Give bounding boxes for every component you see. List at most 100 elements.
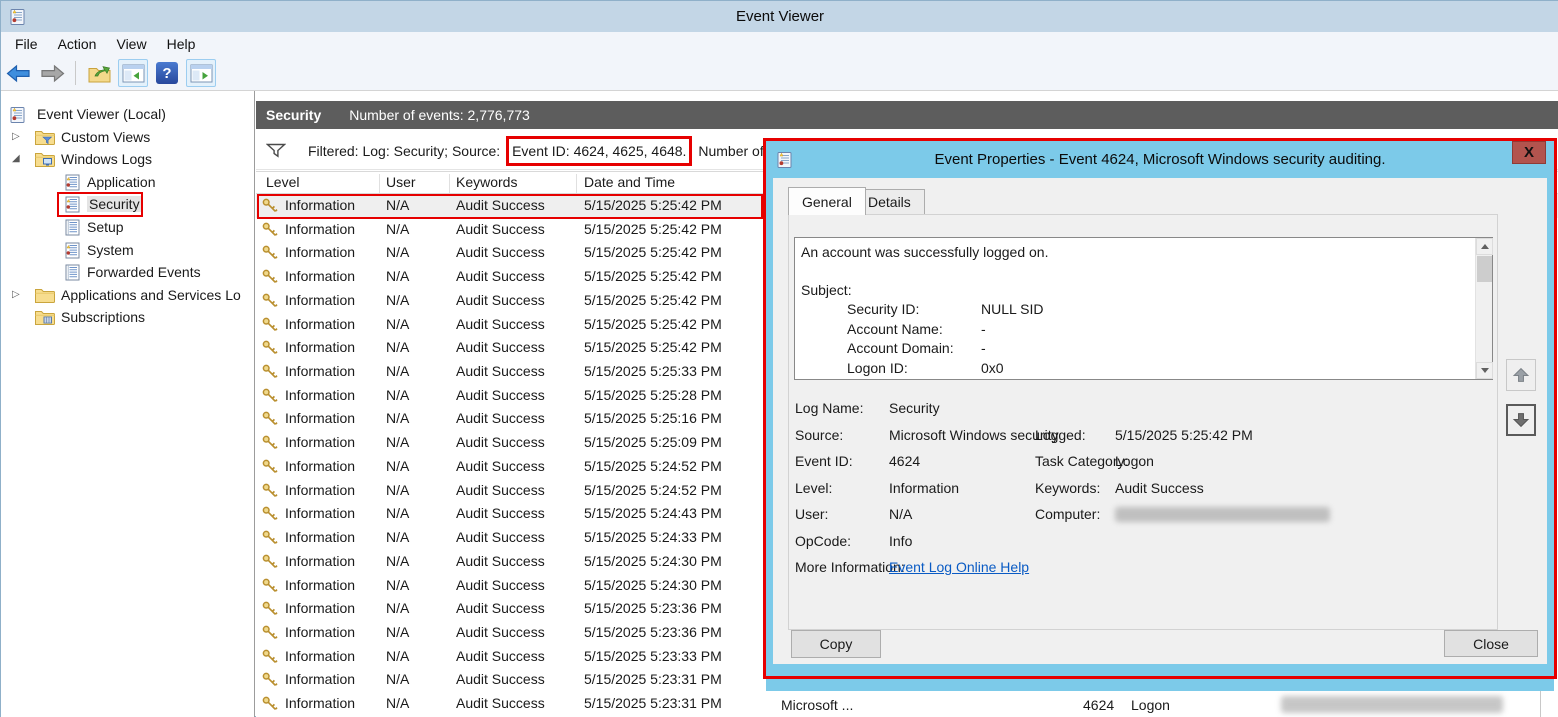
event-properties-dialog: Event Properties - Event 4624, Microsoft… <box>766 141 1554 676</box>
sidebar-item-applications-and-services-lo[interactable]: ▷Applications and Services Lo <box>1 285 254 308</box>
cell-keywords: Audit Success <box>456 244 545 260</box>
cell-keywords: Audit Success <box>456 648 545 664</box>
import-custom-view-button[interactable] <box>84 59 114 87</box>
collapse-arrow-icon[interactable]: ◢ <box>12 153 20 164</box>
next-event-button[interactable] <box>1506 404 1536 436</box>
log-icon <box>63 242 82 259</box>
column-header-user[interactable]: User <box>386 174 416 190</box>
cell-user: N/A <box>386 363 409 379</box>
forward-icon <box>39 63 66 84</box>
cell-datetime: 5/15/2025 5:24:43 PM <box>584 505 722 521</box>
sidebar-item-forwarded-events[interactable]: Forwarded Events <box>1 262 254 285</box>
expand-arrow-icon[interactable]: ▷ <box>12 131 20 142</box>
cell-level: Information <box>285 434 355 450</box>
cell-level: Information <box>285 529 355 545</box>
key-icon <box>261 339 279 357</box>
expand-arrow-icon[interactable]: ▷ <box>12 289 20 300</box>
dialog-titlebar: Event Properties - Event 4624, Microsoft… <box>766 141 1554 178</box>
scroll-down-button[interactable] <box>1476 362 1493 379</box>
sidebar-item-windows-logs[interactable]: ◢Windows Logs <box>1 149 254 172</box>
folder-filter-icon <box>34 129 55 146</box>
key-icon <box>261 529 279 547</box>
key-icon <box>261 221 279 239</box>
column-header-keywords[interactable]: Keywords <box>456 174 517 190</box>
log-header-bar: Security Number of events: 2,776,773 <box>256 101 1558 129</box>
cell-user: N/A <box>386 316 409 332</box>
cell-level: Information <box>285 600 355 616</box>
folder-grid-icon <box>34 309 55 326</box>
cell-keywords: Audit Success <box>456 482 545 498</box>
cell-datetime: 5/15/2025 5:24:52 PM <box>584 482 722 498</box>
menu-action[interactable]: Action <box>48 34 107 54</box>
cell-user: N/A <box>386 197 409 213</box>
column-separator[interactable] <box>576 174 577 193</box>
event-log-online-help-link[interactable]: Event Log Online Help <box>889 559 1029 575</box>
detail-value-redacted <box>1115 507 1330 522</box>
cell-level: Information <box>285 553 355 569</box>
cell-keywords: Audit Success <box>456 624 545 640</box>
help-button[interactable]: ? <box>152 59 182 87</box>
cell-datetime: 5/15/2025 5:23:36 PM <box>584 624 722 640</box>
sidebar-item-label: System <box>87 242 134 258</box>
subject-label: Subject: <box>801 282 852 298</box>
subject-field-label: Account Name: <box>847 321 943 337</box>
show-hide-action-pane-button[interactable] <box>186 59 216 87</box>
cell-level: Information <box>285 197 355 213</box>
sidebar-item-subscriptions[interactable]: Subscriptions <box>1 307 254 330</box>
cell-keywords: Audit Success <box>456 387 545 403</box>
scrollbar-thumb[interactable] <box>1477 256 1492 282</box>
sidebar-item-custom-views[interactable]: ▷Custom Views <box>1 127 254 150</box>
forward-button[interactable] <box>37 59 67 87</box>
event-viewer-dialog-icon <box>776 151 794 169</box>
menu-view[interactable]: View <box>106 34 156 54</box>
description-scrollbar[interactable] <box>1475 238 1492 379</box>
cell-keywords: Audit Success <box>456 458 545 474</box>
key-icon <box>261 292 279 310</box>
cell-level: Information <box>285 244 355 260</box>
cell-user: N/A <box>386 505 409 521</box>
log-icon <box>63 196 82 213</box>
key-icon <box>261 624 279 642</box>
cell-datetime: 5/15/2025 5:23:31 PM <box>584 671 722 687</box>
cell-datetime: 5/15/2025 5:25:42 PM <box>584 221 722 237</box>
column-header-level[interactable]: Level <box>266 174 299 190</box>
tab-general[interactable]: General <box>788 187 866 215</box>
column-separator[interactable] <box>379 174 380 193</box>
previous-event-button[interactable] <box>1506 359 1536 391</box>
dialog-close-x-button[interactable]: X <box>1512 141 1546 164</box>
close-button[interactable]: Close <box>1444 630 1538 657</box>
sidebar-item-setup[interactable]: Setup <box>1 217 254 240</box>
key-icon <box>261 434 279 452</box>
help-icon: ? <box>156 62 178 84</box>
scroll-up-button[interactable] <box>1476 238 1493 255</box>
column-header-date-and-time[interactable]: Date and Time <box>584 174 675 190</box>
sidebar-item-application[interactable]: Application <box>1 172 254 195</box>
cell-user: N/A <box>386 553 409 569</box>
sidebar-item-event-viewer-local[interactable]: Event Viewer (Local) <box>1 104 254 127</box>
menu-help[interactable]: Help <box>157 34 206 54</box>
subject-field: Security ID:NULL SID <box>795 301 1492 320</box>
cell-user: N/A <box>386 221 409 237</box>
row-event-id-cell: 4624 <box>1083 697 1114 713</box>
sidebar-item-system[interactable]: System <box>1 240 254 263</box>
column-separator[interactable] <box>449 174 450 193</box>
sidebar-item-security[interactable]: Security <box>1 194 254 217</box>
subject-field: Logon ID:0x0 <box>795 360 1492 379</box>
cell-keywords: Audit Success <box>456 505 545 521</box>
cell-level: Information <box>285 577 355 593</box>
cell-datetime: 5/15/2025 5:25:42 PM <box>584 339 722 355</box>
dialog-body: GeneralDetails An account was successful… <box>773 178 1547 664</box>
show-hide-console-tree-button[interactable] <box>118 59 148 87</box>
key-icon <box>261 197 279 215</box>
cell-level: Information <box>285 268 355 284</box>
dialog-annotation-box: Event Properties - Event 4624, Microsoft… <box>763 138 1557 679</box>
back-button[interactable] <box>3 59 33 87</box>
cell-keywords: Audit Success <box>456 600 545 616</box>
copy-button[interactable]: Copy <box>791 630 881 658</box>
detail-value: 5/15/2025 5:25:42 PM <box>1115 427 1253 443</box>
menu-file[interactable]: File <box>5 34 48 54</box>
key-icon <box>261 363 279 381</box>
cell-datetime: 5/15/2025 5:25:42 PM <box>584 292 722 308</box>
cell-keywords: Audit Success <box>456 316 545 332</box>
row-source-cell: Microsoft ... <box>781 697 853 713</box>
